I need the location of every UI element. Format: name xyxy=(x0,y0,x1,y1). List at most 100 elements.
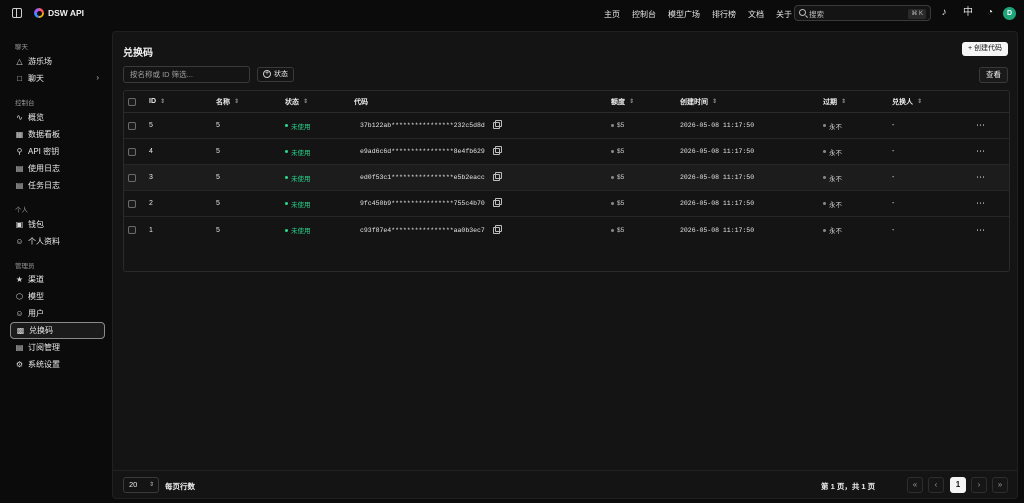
table-row[interactable]: 1 5 未使用 c93f87e4****************aa0b3ec7… xyxy=(124,217,1009,243)
row-select-cell xyxy=(128,191,136,216)
table-row[interactable]: 5 5 未使用 37b122ab****************232c5d8d… xyxy=(124,113,1009,139)
sidebar-item-dashboard[interactable]: ▦ 数据看板 xyxy=(10,126,105,143)
search-box[interactable]: 搜索 ⌘ K xyxy=(794,5,931,21)
sidebar-item-wallet[interactable]: ▣ 钱包 xyxy=(10,216,105,233)
translate-icon[interactable]: 中 xyxy=(962,7,974,19)
cell-redeemer: - xyxy=(892,148,895,155)
view-options-button[interactable]: 查看 xyxy=(979,67,1008,83)
sidebar-item-playground[interactable]: △ 游乐场 xyxy=(10,53,105,70)
avatar[interactable]: D xyxy=(1003,7,1016,20)
status-dot-icon xyxy=(285,124,288,127)
create-code-button[interactable]: + 创建代码 xyxy=(961,42,1008,56)
sidebar-item-task-log[interactable]: ▤ 任务日志 xyxy=(10,177,105,194)
row-checkbox[interactable] xyxy=(128,199,136,208)
expires-text: 永不 xyxy=(829,123,842,131)
status-text: 未使用 xyxy=(291,175,311,183)
sidebar-item-channels[interactable]: ★ 渠道 xyxy=(10,271,105,288)
header-status[interactable]: 状态 ⇕ xyxy=(285,91,308,112)
cell-code: e9ad6c6d****************8e4fb629 xyxy=(360,139,503,164)
select-all-checkbox[interactable] xyxy=(128,97,136,106)
header-created[interactable]: 创建时间 ⇕ xyxy=(680,91,717,112)
top-bar: DSW API 主页 控制台 模型广场 排行榜 文档 关于 搜索 ⌘ K ♪ 中… xyxy=(0,0,1024,27)
nav-model-plaza[interactable]: 模型广场 xyxy=(668,9,700,20)
sidebar-item-settings[interactable]: ⚙ 系统设置 xyxy=(10,356,105,373)
sort-icon: ⇕ xyxy=(303,99,309,105)
page-title: 兑换码 xyxy=(123,48,153,59)
filter-input[interactable] xyxy=(124,67,249,82)
main-panel: 兑换码 + 创建代码 +状态 查看 ID⇕ 名称⇕ 状态⇕ 代码 额度⇕ 创建时… xyxy=(112,31,1018,499)
sidebar-item-subscriptions[interactable]: ▤ 订阅管理 xyxy=(10,339,105,356)
copy-icon[interactable] xyxy=(492,120,503,129)
sidebar-section-admin: 管理员 xyxy=(15,263,35,270)
subscription-icon: ▤ xyxy=(15,343,24,352)
cell-expires: 永不 xyxy=(823,165,842,190)
header-name[interactable]: 名称 ⇕ xyxy=(216,91,239,112)
row-select-cell xyxy=(128,217,136,243)
copy-icon[interactable] xyxy=(492,224,503,234)
sidebar-item-redeem-codes[interactable]: ▩ 兑换码 xyxy=(10,322,105,339)
status-badge: 未使用 xyxy=(285,217,311,243)
sidebar-item-overview[interactable]: ∿ 概览 xyxy=(10,109,105,126)
sidebar-item-label: 系统设置 xyxy=(28,360,60,369)
next-page-button[interactable]: › xyxy=(971,477,987,493)
sidebar-item-label: 个人资料 xyxy=(28,237,60,246)
sidebar-item-profile[interactable]: ☺ 个人资料 xyxy=(10,233,105,250)
header-redeemer[interactable]: 兑换人 ⇕ xyxy=(892,91,922,112)
page-button-current[interactable]: 1 xyxy=(950,477,966,493)
table-row[interactable]: 2 5 未使用 9fc450b9****************755c4b70… xyxy=(124,191,1009,217)
sidebar-item-chat[interactable]: □ 聊天 › xyxy=(10,70,105,87)
palette-icon[interactable]: ◔ xyxy=(984,7,996,19)
copy-icon[interactable] xyxy=(492,146,503,155)
activity-icon: ∿ xyxy=(16,113,23,122)
nav-home[interactable]: 主页 xyxy=(604,9,620,20)
row-checkbox[interactable] xyxy=(128,173,136,182)
table-row[interactable]: 4 5 未使用 e9ad6c6d****************8e4fb629… xyxy=(124,139,1009,165)
row-checkbox[interactable] xyxy=(128,147,136,156)
nav-console[interactable]: 控制台 xyxy=(632,9,656,20)
row-actions-icon[interactable]: ⋯ xyxy=(976,139,986,164)
bell-icon[interactable]: ♪ xyxy=(938,7,950,19)
page-size-select[interactable]: 20 ⇕ xyxy=(123,477,159,493)
cell-name: 5 xyxy=(216,122,220,129)
quota-dot-icon xyxy=(611,124,614,127)
last-page-button[interactable]: » xyxy=(992,477,1008,493)
cell-id: 5 xyxy=(149,122,153,129)
row-actions-icon[interactable]: ⋯ xyxy=(976,217,986,243)
sidebar-item-label: 钱包 xyxy=(28,220,44,229)
sidebar-item-api-keys[interactable]: ⚲ API 密钥 xyxy=(10,143,105,160)
header-quota[interactable]: 额度 ⇕ xyxy=(611,91,634,112)
header-label: 状态 xyxy=(285,98,299,106)
status-text: 未使用 xyxy=(291,201,311,209)
row-checkbox[interactable] xyxy=(128,226,136,234)
nav-docs[interactable]: 文档 xyxy=(748,9,764,20)
copy-icon[interactable] xyxy=(492,172,503,181)
header-id[interactable]: ID ⇕ xyxy=(149,91,165,112)
copy-icon[interactable] xyxy=(492,198,503,207)
wallet-icon: ▣ xyxy=(15,220,24,229)
status-dot-icon xyxy=(285,228,288,232)
sidebar-section-console: 控制台 xyxy=(15,100,35,107)
cell-quota: $5 xyxy=(611,217,624,243)
nav-about[interactable]: 关于 xyxy=(776,9,792,20)
sidebar-item-label: 聊天 xyxy=(28,74,44,83)
prev-page-button[interactable]: ‹ xyxy=(928,477,944,493)
row-actions-icon[interactable]: ⋯ xyxy=(976,165,986,190)
row-checkbox[interactable] xyxy=(128,121,136,130)
sidebar-toggle-icon[interactable] xyxy=(12,8,22,18)
table-row[interactable]: 3 5 未使用 ed0f53c1****************e5b2eacc… xyxy=(124,165,1009,191)
cell-expires: 永不 xyxy=(823,191,842,216)
row-actions-icon[interactable]: ⋯ xyxy=(976,113,986,138)
cell-code: c93f87e4****************aa0b3ec7 xyxy=(360,217,503,243)
sidebar-item-models[interactable]: ⬡ 模型 xyxy=(10,288,105,305)
sidebar-item-users[interactable]: ☺ 用户 xyxy=(10,305,105,322)
first-page-button[interactable]: « xyxy=(907,477,923,493)
cube-icon: ⬡ xyxy=(16,292,23,301)
header-expires[interactable]: 过期 ⇕ xyxy=(823,91,846,112)
row-actions-icon[interactable]: ⋯ xyxy=(976,191,986,216)
nav-leaderboard[interactable]: 排行榜 xyxy=(712,9,736,20)
status-filter-button[interactable]: + 状态 xyxy=(257,67,294,82)
quota-dot-icon xyxy=(611,150,614,153)
quota-text: $5 xyxy=(617,148,625,155)
sidebar-item-usage-log[interactable]: ▤ 使用日志 xyxy=(10,160,105,177)
cell-id: 3 xyxy=(149,174,153,181)
